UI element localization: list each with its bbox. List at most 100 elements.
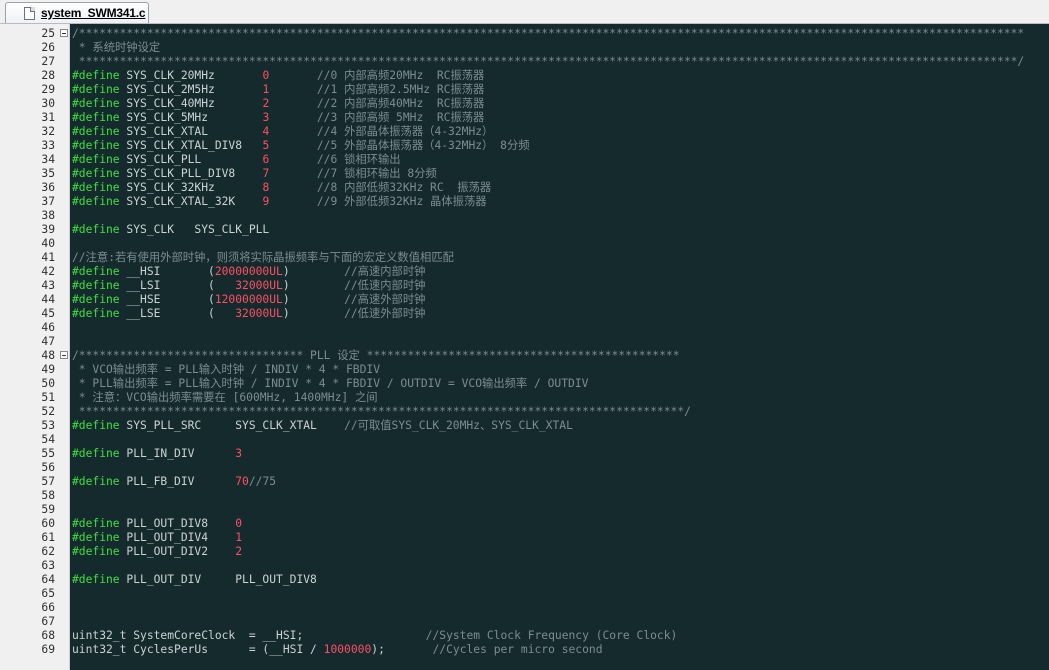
- preprocessor-keyword: #define: [72, 573, 120, 586]
- code-line[interactable]: 64 #define PLL_OUT_DIV PLL_OUT_DIV8: [0, 573, 1049, 587]
- code-line[interactable]: 29 #define SYS_CLK_2M5Hz 1 //1 内部高频2.5MHz…: [0, 83, 1049, 97]
- comment-text: //System Clock Frequency (Core Clock): [303, 629, 678, 642]
- code-line[interactable]: 68 uint32_t SystemCoreClock = __HSI; //Sy…: [0, 629, 1049, 643]
- line-number: 50: [41, 377, 55, 390]
- code-line[interactable]: 50 * PLL输出频率 = PLL输入时钟 / INDIV * 4 * FBD…: [0, 377, 1049, 391]
- preprocessor-keyword: #define: [72, 97, 120, 110]
- line-number: 47: [41, 335, 55, 348]
- preprocessor-keyword: #define: [72, 307, 120, 320]
- preprocessor-keyword: #define: [72, 111, 120, 124]
- comment-text: * 注意：VCO输出频率需要在 [600MHz, 1400MHz] 之间: [72, 391, 378, 404]
- fold-collapse-icon[interactable]: [60, 29, 68, 37]
- fold-collapse-icon[interactable]: [60, 351, 68, 359]
- comment-text: //高速内部时钟: [289, 265, 426, 278]
- preprocessor-keyword: #define: [72, 517, 120, 530]
- code-line[interactable]: 69 uint32_t CyclesPerUs = (__HSI / 100000…: [0, 643, 1049, 657]
- line-number: 55: [41, 447, 55, 460]
- code-text: * 注意：VCO输出频率需要在 [600MHz, 1400MHz] 之间: [72, 391, 378, 405]
- code-line[interactable]: 28 #define SYS_CLK_20MHz 0 //0 内部高频20MHz …: [0, 69, 1049, 83]
- comment-text: ****************************************…: [72, 55, 1025, 68]
- code-line[interactable]: 53 #define SYS_PLL_SRC SYS_CLK_XTAL //可取值…: [0, 419, 1049, 433]
- number-literal: 3: [235, 447, 243, 460]
- code-text: uint32_t SystemCoreClock = __HSI; //Syst…: [72, 629, 677, 643]
- code-line[interactable]: 43 #define __LSI ( 32000UL) //低速内部时钟: [0, 279, 1049, 293]
- comment-text: //6 锁相环输出: [269, 153, 401, 166]
- code-token: PLL_FB_DIV: [119, 475, 236, 488]
- file-tab[interactable]: system_SWM341.c: [5, 2, 149, 23]
- code-text: #define PLL_OUT_DIV8 0: [72, 517, 242, 531]
- code-line[interactable]: 55 #define PLL_IN_DIV 3: [0, 447, 1049, 461]
- number-literal: 70: [235, 475, 249, 488]
- line-number: 48: [41, 349, 55, 362]
- number-literal: 20000000UL: [214, 265, 283, 278]
- code-line[interactable]: 51 * 注意：VCO输出频率需要在 [600MHz, 1400MHz] 之间: [0, 391, 1049, 405]
- preprocessor-keyword: #define: [72, 545, 120, 558]
- line-number: 26: [41, 41, 55, 54]
- comment-text: * 系统时钟设定: [72, 41, 161, 54]
- line-number: 63: [41, 559, 55, 572]
- code-editor[interactable]: 25 /*************************************…: [0, 24, 1049, 670]
- comment-text: //低速内部时钟: [289, 279, 426, 292]
- code-token: __HSE (: [119, 293, 215, 306]
- code-line[interactable]: 65: [0, 587, 1049, 601]
- number-literal: 1000000: [323, 643, 372, 656]
- code-text: #define PLL_OUT_DIV2 2: [72, 545, 242, 559]
- code-line[interactable]: 49 * VCO输出频率 = PLL输入时钟 / INDIV * 4 * FBD…: [0, 363, 1049, 377]
- code-line[interactable]: 67: [0, 615, 1049, 629]
- code-line[interactable]: 26 * 系统时钟设定: [0, 41, 1049, 55]
- code-text: #define SYS_CLK_2M5Hz 1 //1 内部高频2.5MHz R…: [72, 83, 484, 97]
- code-line[interactable]: 40: [0, 237, 1049, 251]
- code-line[interactable]: 38: [0, 209, 1049, 223]
- line-number: 28: [41, 69, 55, 82]
- code-line[interactable]: 59: [0, 503, 1049, 517]
- code-line[interactable]: 35 #define SYS_CLK_PLL_DIV8 7 //7 锁相环输出 8…: [0, 167, 1049, 181]
- code-token: SYS_PLL_SRC SYS_CLK_XTAL: [119, 419, 317, 432]
- code-line[interactable]: 57 #define PLL_FB_DIV 70//75: [0, 475, 1049, 489]
- code-line[interactable]: 25 /*************************************…: [0, 27, 1049, 41]
- code-line[interactable]: 45 #define __LSE ( 32000UL) //低速外部时钟: [0, 307, 1049, 321]
- preprocessor-keyword: #define: [72, 447, 120, 460]
- preprocessor-keyword: #define: [72, 69, 120, 82]
- code-text: ****************************************…: [72, 55, 1024, 69]
- code-token: SYS_CLK_2M5Hz: [119, 83, 263, 96]
- code-line[interactable]: 63: [0, 559, 1049, 573]
- code-line[interactable]: 34 #define SYS_CLK_PLL 6 //6 锁相环输出: [0, 153, 1049, 167]
- line-number: 44: [41, 293, 55, 306]
- code-line[interactable]: 46: [0, 321, 1049, 335]
- code-line[interactable]: 37 #define SYS_CLK_XTAL_32K 9 //9 外部低频32K…: [0, 195, 1049, 209]
- code-text: #define SYS_CLK_XTAL 4 //4 外部晶体振荡器（4-32M…: [72, 125, 493, 139]
- code-text: #define __HSI (20000000UL) //高速内部时钟: [72, 265, 425, 279]
- line-number: 27: [41, 55, 55, 68]
- code-line[interactable]: 27 *************************************…: [0, 55, 1049, 69]
- code-line[interactable]: 52 *************************************…: [0, 405, 1049, 419]
- code-line[interactable]: 44 #define __HSE (12000000UL) //高速外部时钟: [0, 293, 1049, 307]
- code-line[interactable]: 66: [0, 601, 1049, 615]
- code-token: SYS_CLK_XTAL_32K: [119, 195, 263, 208]
- line-number: 68: [41, 629, 55, 642]
- comment-text: //低速外部时钟: [289, 307, 426, 320]
- code-line[interactable]: 48 /********************************* PLL…: [0, 349, 1049, 363]
- code-line[interactable]: 42 #define __HSI (20000000UL) //高速内部时钟: [0, 265, 1049, 279]
- code-line[interactable]: 58: [0, 489, 1049, 503]
- code-line[interactable]: 39 #define SYS_CLK SYS_CLK_PLL: [0, 223, 1049, 237]
- code-text: #define SYS_CLK_PLL_DIV8 7 //7 锁相环输出 8分频: [72, 167, 437, 181]
- code-text: ****************************************…: [72, 405, 691, 419]
- code-line[interactable]: 41 //注意:若有使用外部时钟，则须将实际晶振频率与下面的宏定义数值相匹配: [0, 251, 1049, 265]
- comment-text: //4 外部晶体振荡器（4-32MHz）: [269, 125, 494, 138]
- code-line[interactable]: 56: [0, 461, 1049, 475]
- code-line[interactable]: 31 #define SYS_CLK_5MHz 3 //3 内部高频 5MHz R…: [0, 111, 1049, 125]
- code-line[interactable]: 36 #define SYS_CLK_32KHz 8 //8 内部低频32KHz …: [0, 181, 1049, 195]
- code-line[interactable]: 30 #define SYS_CLK_40MHz 2 //2 内部高频40MHz …: [0, 97, 1049, 111]
- comment-text: ****************************************…: [72, 405, 691, 418]
- code-line[interactable]: 33 #define SYS_CLK_XTAL_DIV8 5 //5 外部晶体振荡…: [0, 139, 1049, 153]
- comment-text: //0 内部高频20MHz RC振荡器: [269, 69, 485, 82]
- line-number: 54: [41, 433, 55, 446]
- comment-text: //3 内部高频 5MHz RC振荡器: [269, 111, 485, 124]
- code-line[interactable]: 32 #define SYS_CLK_XTAL 4 //4 外部晶体振荡器（4-3…: [0, 125, 1049, 139]
- code-line[interactable]: 62 #define PLL_OUT_DIV2 2: [0, 545, 1049, 559]
- code-line[interactable]: 60 #define PLL_OUT_DIV8 0: [0, 517, 1049, 531]
- line-number: 35: [41, 167, 55, 180]
- code-line[interactable]: 47: [0, 335, 1049, 349]
- code-line[interactable]: 61 #define PLL_OUT_DIV4 1: [0, 531, 1049, 545]
- code-line[interactable]: 54: [0, 433, 1049, 447]
